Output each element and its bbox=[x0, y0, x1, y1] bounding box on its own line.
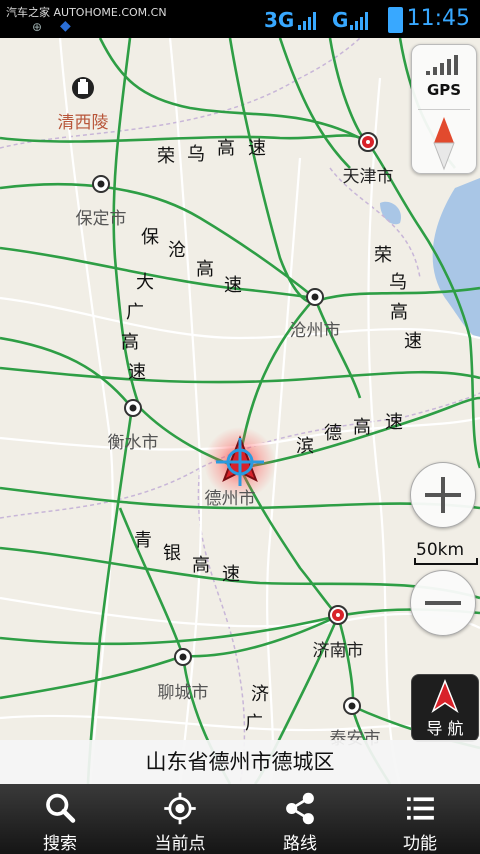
gps-button[interactable]: GPS bbox=[412, 45, 476, 107]
map-canvas bbox=[0, 38, 480, 784]
compass-button[interactable] bbox=[412, 111, 476, 173]
road-label: 速 bbox=[404, 331, 422, 352]
watermark-text: 汽车之家 AUTOHOME.COM.CN bbox=[6, 6, 167, 19]
gps-compass-panel: GPS bbox=[411, 44, 477, 174]
city-label-jinan: 济南市 bbox=[312, 641, 364, 661]
road-label: 广 bbox=[245, 713, 263, 734]
nav-search[interactable]: 搜索 bbox=[0, 784, 120, 854]
road-label: 速 bbox=[128, 362, 146, 383]
road-label: 速 bbox=[224, 275, 242, 296]
navigation-arrow-icon bbox=[431, 679, 459, 713]
nav-current-location-label: 当前点 bbox=[154, 834, 206, 854]
signal-strength-icon bbox=[298, 10, 316, 30]
navigate-button[interactable]: 导 航 bbox=[411, 674, 479, 742]
current-address: 山东省德州市德城区 bbox=[0, 740, 480, 784]
road-label: 青 bbox=[134, 530, 152, 551]
road-label: 高 bbox=[192, 555, 210, 576]
scale-label: 50km bbox=[416, 540, 465, 560]
current-location-marker bbox=[212, 434, 268, 490]
road-label: 银 bbox=[163, 543, 181, 564]
status-bar: 汽车之家 AUTOHOME.COM.CN ⊕ ◆ 3G G 11:45 bbox=[0, 0, 480, 38]
navigate-label: 导 航 bbox=[426, 719, 464, 738]
road-label: 乌 bbox=[187, 144, 205, 165]
scale-bar bbox=[414, 558, 478, 565]
nav-route-label: 路线 bbox=[283, 834, 317, 854]
road-label: 速 bbox=[385, 412, 403, 433]
clock: 11:45 bbox=[406, 6, 470, 31]
city-label-dezhou: 德州市 bbox=[204, 489, 256, 509]
map-scale: 50km bbox=[412, 540, 478, 566]
gps-signal-icon bbox=[426, 55, 458, 75]
road-label: 广 bbox=[126, 302, 144, 323]
road-label: 高 bbox=[353, 417, 371, 438]
nav-search-label: 搜索 bbox=[43, 834, 77, 854]
city-label-tianjin: 天津市 bbox=[342, 167, 394, 187]
nav-functions-label: 功能 bbox=[403, 834, 437, 854]
road-label: 荣 bbox=[374, 245, 392, 266]
road-label: 大 bbox=[136, 272, 154, 293]
road-label: 乌 bbox=[389, 272, 407, 293]
map-view[interactable]: 清西陵 保定市 天津市 沧州市 衡水市 德州市 济南市 聊城市 泰安市 荣 乌 … bbox=[0, 38, 480, 784]
road-label: 沧 bbox=[168, 240, 186, 261]
road-label: 高 bbox=[121, 332, 139, 353]
nav-route[interactable]: 路线 bbox=[240, 784, 360, 854]
minus-icon bbox=[425, 601, 461, 605]
road-label: 高 bbox=[390, 302, 408, 323]
plus-icon bbox=[425, 477, 461, 513]
signal-strength-icon-2 bbox=[350, 10, 368, 30]
menu-icon bbox=[407, 797, 434, 820]
road-label: 滨 bbox=[296, 436, 314, 457]
road-label: 高 bbox=[217, 138, 235, 159]
road-label: 高 bbox=[196, 259, 214, 280]
gps-label: GPS bbox=[426, 81, 462, 99]
bottom-nav: 搜索 当前点 路线 功能 bbox=[0, 784, 480, 854]
road-label: 济 bbox=[251, 684, 269, 705]
road-label: 荣 bbox=[157, 146, 175, 167]
nav-current-location[interactable]: 当前点 bbox=[120, 784, 240, 854]
nav-functions[interactable]: 功能 bbox=[360, 784, 480, 854]
city-label-liaocheng: 聊城市 bbox=[157, 683, 209, 703]
compass-icon bbox=[433, 117, 455, 171]
share-route-icon bbox=[286, 792, 314, 825]
road-label: 速 bbox=[222, 564, 240, 585]
search-icon bbox=[46, 793, 76, 823]
locate-icon bbox=[164, 792, 196, 825]
city-label-qingxiling: 清西陵 bbox=[57, 113, 109, 133]
road-label: 保 bbox=[141, 227, 159, 248]
network-3g-label: 3G bbox=[264, 8, 295, 32]
battery-icon bbox=[388, 7, 403, 33]
divider bbox=[418, 109, 470, 110]
zoom-in-button[interactable] bbox=[410, 462, 476, 528]
location-status-icon: ⊕ bbox=[32, 20, 43, 34]
landmark-icon bbox=[72, 77, 94, 99]
shield-icon: ◆ bbox=[60, 18, 71, 34]
zoom-out-button[interactable] bbox=[410, 570, 476, 636]
network-g-label: G bbox=[332, 8, 349, 32]
road-label: 德 bbox=[324, 423, 342, 444]
city-label-cangzhou: 沧州市 bbox=[289, 321, 341, 341]
city-label-hengshui: 衡水市 bbox=[107, 433, 159, 453]
road-label: 速 bbox=[248, 138, 266, 159]
city-label-baoding: 保定市 bbox=[75, 209, 127, 229]
